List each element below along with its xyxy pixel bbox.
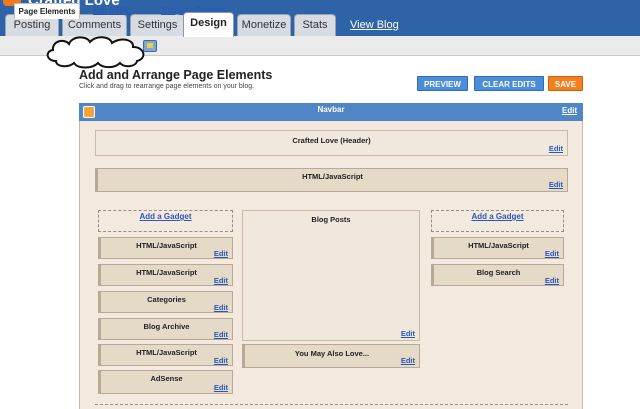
widget-edit-link[interactable]: Edit	[214, 303, 228, 312]
subtab-page-elements[interactable]: Page Elements	[14, 3, 80, 19]
widget-edit-link[interactable]: Edit	[214, 249, 228, 258]
footer-section-edge	[95, 404, 568, 409]
widget-title: Blog Search	[476, 268, 521, 277]
save-button[interactable]: SAVE	[548, 76, 583, 91]
view-blog-link[interactable]: View Blog	[350, 16, 399, 34]
navbar-edit-link[interactable]: Edit	[562, 106, 577, 115]
preview-button[interactable]: PREVIEW	[417, 76, 468, 91]
blog-posts-edit-link[interactable]: Edit	[401, 329, 415, 338]
blog-posts-element[interactable]: Blog Posts Edit	[242, 210, 420, 341]
header-element[interactable]: Crafted Love (Header) Edit	[95, 130, 568, 156]
left-widget-html-3[interactable]: HTML/JavaScript Edit	[98, 344, 233, 366]
widget-title: HTML/JavaScript	[136, 348, 197, 357]
header-element-title: Crafted Love (Header)	[292, 136, 371, 145]
you-may-also-love-widget[interactable]: You May Also Love... Edit	[242, 344, 420, 368]
tab-monetize[interactable]: Monetize	[237, 14, 291, 36]
top-html-widget[interactable]: HTML/JavaScript Edit	[95, 168, 568, 192]
widget-title: HTML/JavaScript	[136, 268, 197, 277]
tab-design[interactable]: Design	[183, 12, 234, 37]
widget-edit-link[interactable]: Edit	[214, 356, 228, 365]
widget-title: HTML/JavaScript	[468, 241, 529, 250]
widget-title: Categories	[147, 295, 186, 304]
right-widget-blog-search[interactable]: Blog Search Edit	[431, 264, 564, 286]
right-add-gadget-button[interactable]: Add a Gadget	[431, 210, 564, 232]
blogger-design-page: Crafted Love Posting Comments Settings D…	[0, 0, 640, 409]
left-widget-blog-archive[interactable]: Blog Archive Edit	[98, 318, 233, 340]
top-html-edit-link[interactable]: Edit	[549, 180, 563, 189]
subtab-edit-html[interactable]: Edit HTML	[93, 3, 131, 19]
widget-edit-link[interactable]: Edit	[545, 249, 559, 258]
widget-title: HTML/JavaScript	[136, 241, 197, 250]
navbar-title: Navbar	[317, 105, 345, 114]
page-subtitle: Click and drag to rearrange page element…	[79, 83, 255, 90]
left-widget-html-1[interactable]: HTML/JavaScript Edit	[98, 237, 233, 259]
left-widget-adsense[interactable]: AdSense Edit	[98, 370, 233, 394]
clear-edits-button[interactable]: CLEAR EDITS	[474, 76, 544, 91]
top-html-widget-title: HTML/JavaScript	[302, 172, 363, 181]
page-title: Add and Arrange Page Elements	[79, 68, 273, 82]
template-designer-icon	[143, 40, 157, 52]
design-subnav	[0, 36, 640, 56]
left-add-gadget-button[interactable]: Add a Gadget	[98, 210, 233, 232]
blog-posts-title: Blog Posts	[311, 215, 351, 224]
header-edit-link[interactable]: Edit	[549, 144, 563, 153]
widget-title: AdSense	[150, 374, 183, 383]
left-widget-html-2[interactable]: HTML/JavaScript Edit	[98, 264, 233, 286]
widget-title: Blog Archive	[143, 322, 190, 331]
widget-title: You May Also Love...	[294, 349, 370, 358]
right-widget-html[interactable]: HTML/JavaScript Edit	[431, 237, 564, 259]
widget-edit-link[interactable]: Edit	[214, 383, 228, 392]
widget-edit-link[interactable]: Edit	[401, 356, 415, 365]
tab-stats[interactable]: Stats	[294, 14, 336, 36]
widget-edit-link[interactable]: Edit	[214, 276, 228, 285]
widget-edit-link[interactable]: Edit	[545, 276, 559, 285]
widget-edit-link[interactable]: Edit	[214, 330, 228, 339]
left-widget-categories[interactable]: Categories Edit	[98, 291, 233, 313]
